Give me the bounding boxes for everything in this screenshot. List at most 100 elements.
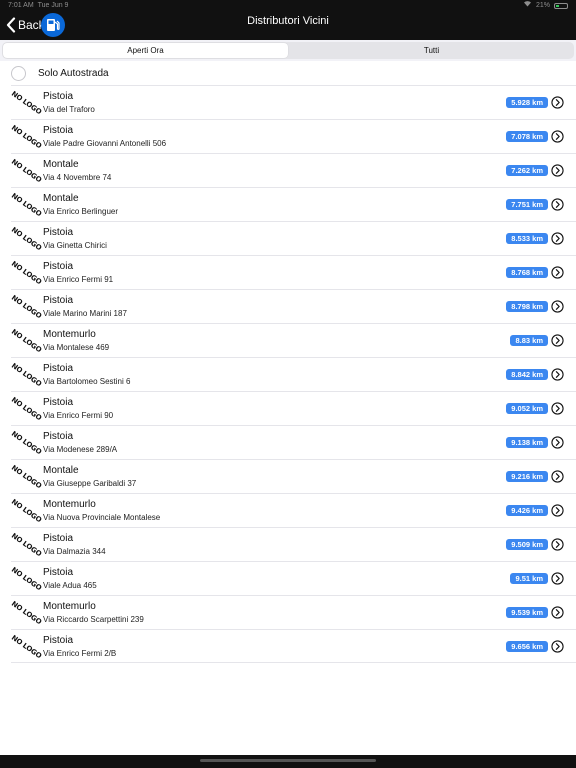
distance-badge: 8.798 km <box>506 301 548 312</box>
no-logo-text: NO LOGO <box>9 633 43 661</box>
distance-badge: 9.138 km <box>506 437 548 448</box>
station-row[interactable]: NO LOGO Pistoia Via Ginetta Chirici 8.533 k… <box>9 221 576 255</box>
no-logo-text: NO LOGO <box>9 361 43 389</box>
distance-badge: 8.768 km <box>506 267 548 278</box>
station-city: Pistoia <box>43 261 74 272</box>
station-city: Montale <box>43 193 79 204</box>
no-logo-text: NO LOGO <box>9 565 43 593</box>
station-address: Viale Adua 465 <box>43 581 97 590</box>
no-logo-placeholder: NO LOGO <box>9 565 43 593</box>
chevron-right-circle-icon[interactable] <box>551 572 564 585</box>
station-row[interactable]: NO LOGO Pistoia Via Modenese 289/A 9.138 km <box>9 425 576 459</box>
chevron-right-circle-icon[interactable] <box>551 130 564 143</box>
chevron-right-circle-icon[interactable] <box>551 368 564 381</box>
station-row[interactable]: NO LOGO Montale Via 4 Novembre 74 7.262 km <box>9 153 576 187</box>
no-logo-placeholder: NO LOGO <box>9 395 43 423</box>
station-city: Pistoia <box>43 91 74 102</box>
no-logo-text: NO LOGO <box>9 395 43 423</box>
chevron-right-circle-icon[interactable] <box>551 538 564 551</box>
highway-only-label: Solo Autostrada <box>38 67 109 79</box>
distance-badge: 7.751 km <box>506 199 548 210</box>
battery-icon <box>554 2 568 9</box>
station-row[interactable]: NO LOGO Pistoia Via Bartolomeo Sestini 6 8.… <box>9 357 576 391</box>
station-row[interactable]: NO LOGO Pistoia Via Enrico Fermi 2/B 9.656 … <box>9 629 576 663</box>
distance-badge: 9.509 km <box>506 539 548 550</box>
highway-only-row[interactable]: Solo Autostrada <box>0 61 576 85</box>
station-address: Via Dalmazia 344 <box>43 547 106 556</box>
wifi-icon <box>523 0 532 11</box>
chevron-right-circle-icon[interactable] <box>551 606 564 619</box>
no-logo-placeholder: NO LOGO <box>9 328 42 354</box>
chevron-right-circle-icon[interactable] <box>551 504 564 517</box>
station-row[interactable]: NO LOGO Pistoia Via Enrico Fermi 90 9.052 k… <box>9 391 576 425</box>
station-row[interactable]: NO LOGO Montemurlo Via Riccardo Scarpettin… <box>9 595 576 629</box>
no-logo-placeholder: NO LOGO <box>9 463 43 491</box>
station-row[interactable]: NO LOGO Montemurlo Via Nuova Provinciale M… <box>9 493 576 527</box>
home-indicator[interactable] <box>200 759 376 762</box>
chevron-right-circle-icon[interactable] <box>551 96 564 109</box>
no-logo-placeholder: NO LOGO <box>9 158 42 184</box>
segment-open-now[interactable]: Aperti Ora <box>3 43 288 58</box>
station-address: Via del Traforo <box>43 105 95 114</box>
chevron-right-circle-icon[interactable] <box>551 640 564 653</box>
home-indicator-bar <box>0 755 576 768</box>
station-address: Via Ginetta Chirici <box>43 241 107 250</box>
no-logo-text: NO LOGO <box>9 225 43 253</box>
chevron-right-circle-icon[interactable] <box>551 470 564 483</box>
distance-badge: 8.83 km <box>510 335 548 346</box>
no-logo-placeholder: NO LOGO <box>9 497 43 525</box>
station-city: Pistoia <box>43 533 74 544</box>
station-city: Montale <box>43 159 79 170</box>
chevron-right-circle-icon[interactable] <box>551 402 564 415</box>
chevron-right-circle-icon[interactable] <box>551 164 564 177</box>
station-city: Montemurlo <box>43 329 96 340</box>
distance-badge: 9.426 km <box>506 505 548 516</box>
chevron-right-circle-icon[interactable] <box>551 198 564 211</box>
no-logo-text: NO LOGO <box>9 259 43 287</box>
station-address: Via Bartolomeo Sestini 6 <box>43 377 131 386</box>
chevron-right-circle-icon[interactable] <box>551 436 564 449</box>
no-logo-text: NO LOGO <box>9 463 43 491</box>
station-city: Pistoia <box>43 635 74 646</box>
station-city: Montale <box>43 465 79 476</box>
no-logo-placeholder: NO LOGO <box>9 294 42 320</box>
station-row[interactable]: NO LOGO Montale Via Giuseppe Garibaldi 37 9… <box>9 459 576 493</box>
distance-badge: 7.078 km <box>506 131 548 142</box>
no-logo-placeholder: NO LOGO <box>9 89 43 117</box>
station-row[interactable]: NO LOGO Pistoia Via Dalmazia 344 9.509 km <box>9 527 576 561</box>
chevron-right-circle-icon[interactable] <box>551 334 564 347</box>
no-logo-placeholder: NO LOGO <box>9 633 43 661</box>
station-row[interactable]: NO LOGO Pistoia Viale Padre Giovanni Anton… <box>9 119 576 153</box>
station-city: Pistoia <box>43 227 74 238</box>
distance-badge: 9.51 km <box>510 573 548 584</box>
station-row[interactable]: NO LOGO Pistoia Via Enrico Fermi 91 8.768 k… <box>9 255 576 289</box>
highway-only-radio[interactable] <box>11 65 26 81</box>
station-row[interactable]: NO LOGO Pistoia Viale Adua 465 9.51 km <box>9 561 576 595</box>
chevron-right-circle-icon[interactable] <box>551 232 564 245</box>
station-city: Pistoia <box>43 567 74 578</box>
chevron-right-circle-icon[interactable] <box>551 266 564 279</box>
station-row[interactable]: NO LOGO Pistoia Via del Traforo 5.928 km <box>9 85 576 119</box>
station-row[interactable]: NO LOGO Pistoia Viale Marino Marini 187 8.7… <box>9 289 576 323</box>
chevron-right-circle-icon[interactable] <box>551 300 564 313</box>
status-time-text: 7:01 AM <box>8 2 34 9</box>
no-logo-placeholder: NO LOGO <box>9 361 43 389</box>
station-row[interactable]: NO LOGO Montale Via Enrico Berlinguer 7.751… <box>9 187 576 221</box>
station-list: NO LOGO Pistoia Via del Traforo 5.928 km NO … <box>0 85 576 663</box>
station-row[interactable]: NO LOGO Montemurlo Via Montalese 469 8.83 k… <box>9 323 576 357</box>
station-address: Via Enrico Fermi 2/B <box>43 649 117 658</box>
station-address: Via Nuova Provinciale Montalese <box>43 513 161 522</box>
status-bar: 7:01 AM Tue Jun 9 21% <box>0 0 576 11</box>
no-logo-text: NO LOGO <box>9 89 43 117</box>
station-city: Pistoia <box>43 295 74 306</box>
station-address: Viale Marino Marini 187 <box>43 309 127 318</box>
navigation-bar: Back Distributori Vicini <box>0 11 576 40</box>
no-logo-placeholder: NO LOGO <box>9 532 42 558</box>
segment-all[interactable]: Tutti <box>289 42 574 59</box>
station-address: Viale Padre Giovanni Antonelli 506 <box>43 139 167 148</box>
status-date-text: Tue Jun 9 <box>37 2 69 9</box>
page-title: Distributori Vicini <box>247 15 329 27</box>
no-logo-text: NO LOGO <box>9 497 43 525</box>
station-address: Via Enrico Fermi 90 <box>43 411 114 420</box>
distance-badge: 5.928 km <box>506 97 548 108</box>
